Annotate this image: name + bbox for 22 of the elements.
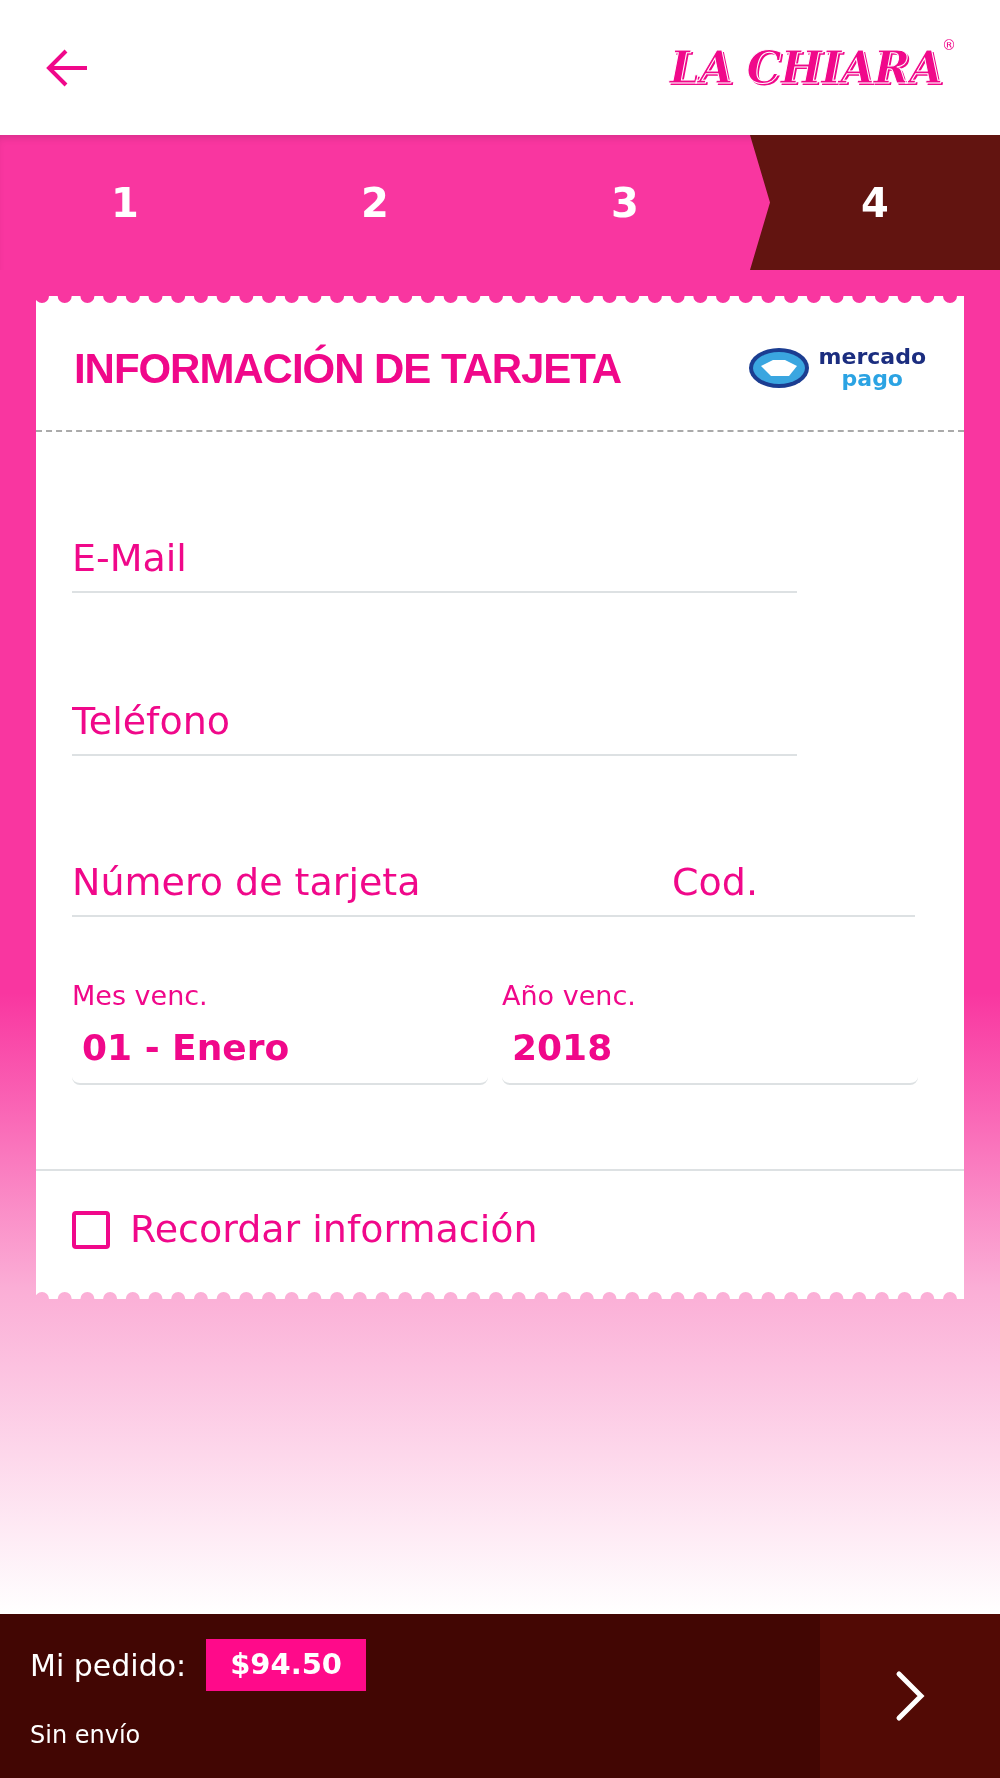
order-total: $94.50: [206, 1639, 367, 1691]
select-field[interactable]: 01 - Enero: [72, 1020, 488, 1085]
checkbox[interactable]: [72, 1210, 110, 1249]
shipping-text: Sin envío: [30, 1719, 142, 1751]
chevron-right-icon: [895, 1670, 925, 1722]
input-field[interactable]: Teléfono: [72, 693, 797, 756]
card-title: INFORMACIÓN DE TARJETA: [74, 343, 621, 394]
order-label: Mi pedido:: [30, 1646, 187, 1685]
step-tab[interactable]: 1: [0, 135, 250, 270]
logo: LA CHIARA®: [669, 35, 956, 95]
payment-logo-text: mercado pago: [818, 346, 926, 390]
select-field[interactable]: 2018: [502, 1020, 918, 1085]
step-tab[interactable]: 3: [500, 135, 750, 270]
field-label: Año venc.: [502, 979, 637, 1013]
input-field[interactable]: E-Mail: [72, 530, 797, 593]
input-field[interactable]: Número de tarjeta: [72, 854, 672, 917]
checkbox-label[interactable]: Recordar información: [130, 1201, 538, 1258]
back-arrow-icon[interactable]: [44, 47, 90, 88]
step-tab[interactable]: 4: [750, 135, 1000, 270]
step-tab[interactable]: 2: [250, 135, 500, 270]
input-field[interactable]: Cod.: [672, 854, 915, 917]
field-label: Mes venc.: [72, 979, 209, 1013]
